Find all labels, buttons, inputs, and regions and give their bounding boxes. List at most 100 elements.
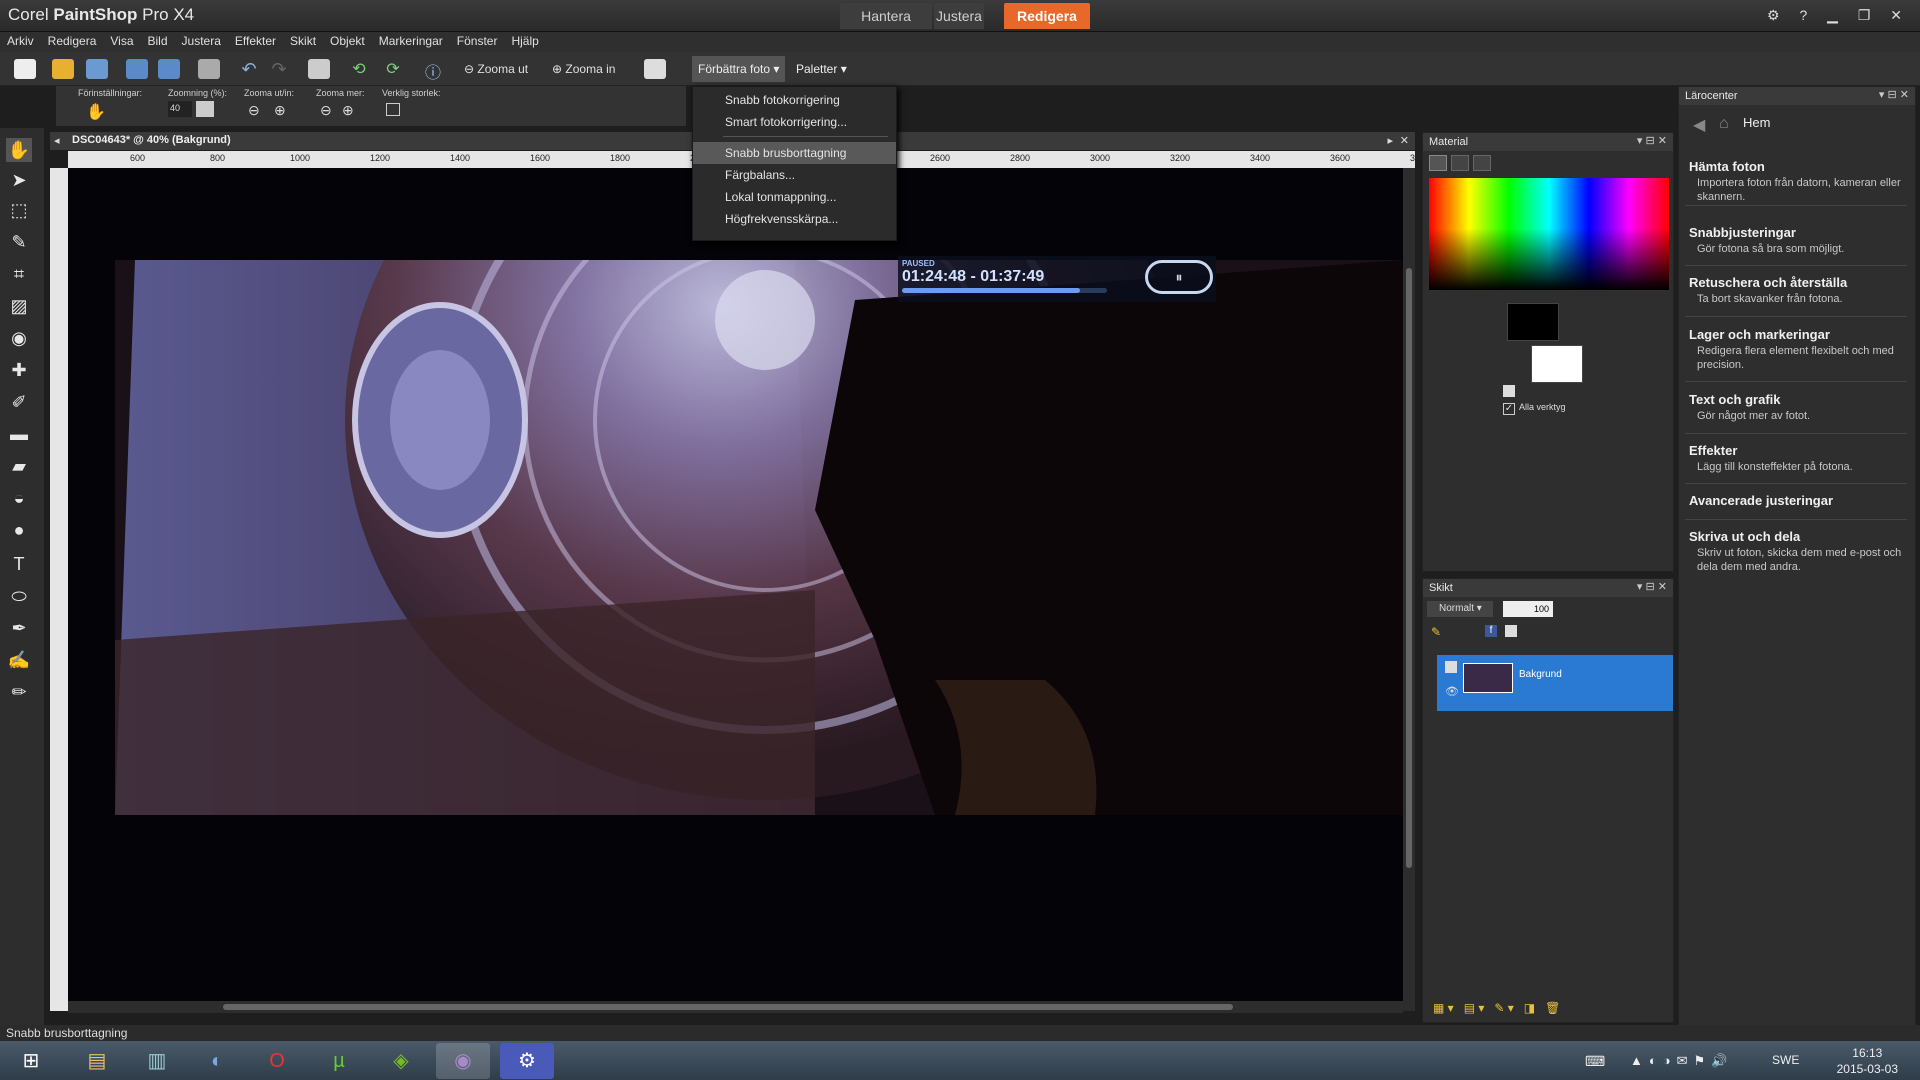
menu-item-local-tone-mapping[interactable]: Lokal tonmappning... (693, 186, 896, 208)
menu-item-quick-fix[interactable]: Snabb fotokorrigering (693, 89, 896, 111)
scan-icon[interactable] (86, 59, 108, 79)
horizontal-scroll-thumb[interactable] (223, 1004, 1233, 1010)
save-as-icon[interactable] (158, 59, 180, 79)
fill-tool-icon[interactable]: ◒ (6, 486, 32, 510)
lc-item-retouch[interactable]: Retuschera och återställa Ta bort skavank… (1689, 275, 1911, 306)
picture-tube-tool-icon[interactable]: ✏ (6, 680, 32, 704)
enhance-photo-dropdown[interactable]: Förbättra foto ▾ (692, 56, 786, 82)
zoom-more-minus-icon[interactable]: ⊖ (320, 102, 332, 119)
shape-tool-icon[interactable]: ⬭ (6, 584, 32, 608)
menu-justera[interactable]: Justera (175, 32, 228, 50)
undo-icon[interactable]: ↶ (238, 59, 260, 79)
actual-size-icon[interactable] (386, 103, 400, 116)
color-replacer-tool-icon[interactable]: ● (6, 518, 32, 542)
pause-icon[interactable]: ⏸ (1145, 260, 1213, 294)
clone-tool-icon[interactable]: ✚ (6, 358, 32, 382)
spectrum-tab-icon[interactable] (1429, 155, 1447, 171)
menu-objekt[interactable]: Objekt (323, 32, 372, 50)
info-icon[interactable]: ⓘ (422, 59, 444, 82)
all-tools-checkbox[interactable]: ✓ (1503, 403, 1515, 415)
tab-justera[interactable]: Justera (934, 3, 984, 29)
pan-hand-icon[interactable]: ✋ (86, 102, 106, 122)
vertical-scroll-thumb[interactable] (1406, 268, 1412, 868)
palettes-dropdown[interactable]: Paletter ▾ (790, 56, 853, 82)
paintshop-taskbar-icon[interactable]: ◉ (436, 1043, 490, 1079)
menu-fonster[interactable]: Fönster (450, 32, 505, 50)
menu-item-high-pass-sharpen[interactable]: Högfrekvensskärpa... (693, 208, 896, 230)
menu-item-color-balance[interactable]: Färgbalans... (693, 164, 896, 186)
close-panel-icon[interactable]: ▾ ⊟ ✕ (1637, 134, 1667, 147)
close-layers-icon[interactable]: ▾ ⊟ ✕ (1637, 580, 1667, 593)
zoom-value-field[interactable]: 40 (168, 101, 192, 117)
zoom-in-small-icon[interactable]: ⊕ (274, 102, 286, 119)
menu-item-quick-noise-removal[interactable]: Snabb brusborttagning (693, 142, 896, 164)
calculator-icon[interactable]: ▥ (130, 1043, 184, 1079)
close-learning-center-icon[interactable]: ▾ ⊟ ✕ (1879, 88, 1909, 101)
home-icon[interactable]: ⌂ (1719, 115, 1729, 133)
redo-icon[interactable]: ↷ (268, 59, 290, 79)
foreground-swatch[interactable] (1507, 303, 1559, 341)
menu-visa[interactable]: Visa (103, 32, 140, 50)
new-file-icon[interactable] (14, 59, 36, 79)
menu-item-smart-photo-fix[interactable]: Smart fotokorrigering... (693, 111, 896, 133)
textures-tab-icon[interactable] (1473, 155, 1491, 171)
menu-arkiv[interactable]: Arkiv (0, 32, 41, 50)
chevron-right-icon[interactable]: ▸ (1387, 134, 1393, 147)
brush-icon[interactable]: ✎ (1431, 625, 1441, 639)
zoom-more-plus-icon[interactable]: ⊕ (342, 102, 354, 119)
utorrent-icon[interactable]: µ (312, 1043, 366, 1079)
back-arrow-icon[interactable]: ◀ (1693, 115, 1705, 135)
zoom-out-small-icon[interactable]: ⊖ (248, 102, 260, 119)
paint-app-icon[interactable]: ◐ (190, 1043, 244, 1079)
straighten-tool-icon[interactable]: ▨ (6, 294, 32, 318)
dropper-tool-icon[interactable]: ✎ (6, 230, 32, 254)
tray-icons[interactable]: ▲◐◑✉⚑🔊 (1630, 1053, 1733, 1069)
resize-icon[interactable] (308, 59, 330, 79)
eraser-tool-icon[interactable]: ▰ (6, 454, 32, 478)
visibility-eye-icon[interactable]: 👁 (1445, 685, 1459, 698)
swatches-tab-icon[interactable] (1451, 155, 1469, 171)
gradient-tool-icon[interactable]: ▬ (6, 422, 32, 446)
save-icon[interactable] (126, 59, 148, 79)
zoom-stepper[interactable] (196, 101, 214, 117)
window-controls[interactable]: ⚙ ? ▁ ❐ ✕ (1767, 7, 1910, 24)
lc-item-get-photos[interactable]: Hämta foton Importera foton från datorn, … (1689, 159, 1911, 204)
lc-item-advanced-adjust[interactable]: Avancerade justeringar (1689, 493, 1911, 508)
lc-item-text-graphics[interactable]: Text och grafik Gör något mer av fotot. (1689, 392, 1911, 423)
flickr-icon[interactable] (1505, 625, 1517, 637)
opacity-field[interactable]: 100 (1503, 601, 1553, 617)
settings-gear-icon[interactable]: ⚙ (500, 1043, 554, 1079)
menu-redigera[interactable]: Redigera (41, 32, 104, 50)
menu-skikt[interactable]: Skikt (283, 32, 323, 50)
clipboard-icon[interactable] (644, 59, 666, 79)
language-indicator[interactable]: SWE (1772, 1053, 1799, 1067)
menu-effekter[interactable]: Effekter (228, 32, 283, 50)
opera-icon[interactable]: O (250, 1043, 304, 1079)
horizontal-scrollbar[interactable] (68, 1001, 1403, 1013)
layer-row-bakgrund[interactable]: 👁 Bakgrund (1437, 655, 1673, 711)
color-spectrum[interactable] (1429, 178, 1669, 290)
selection-tool-icon[interactable]: ⬚ (6, 198, 32, 222)
facebook-icon[interactable]: f (1485, 625, 1497, 637)
warp-brush-tool-icon[interactable]: ✍ (6, 648, 32, 672)
lc-item-layers-selections[interactable]: Lager och markeringar Redigera flera elem… (1689, 327, 1911, 372)
text-tool-icon[interactable]: T (6, 552, 32, 576)
menu-markeringar[interactable]: Markeringar (372, 32, 450, 50)
close-document-icon[interactable]: ✕ (1400, 134, 1409, 147)
paint-brush-tool-icon[interactable]: ✐ (6, 390, 32, 414)
background-swatch[interactable] (1531, 345, 1583, 383)
explorer-icon[interactable]: ▤ (70, 1043, 124, 1079)
start-windows-icon[interactable]: ⊞ (4, 1043, 58, 1079)
rotate-left-icon[interactable]: ⟲ (348, 59, 370, 79)
clock[interactable]: 16:13 2015-03-03 (1837, 1045, 1898, 1077)
menu-hjalp[interactable]: Hjälp (504, 32, 545, 50)
tab-hantera[interactable]: Hantera (840, 3, 932, 29)
lc-item-quick-adjust[interactable]: Snabbjusteringar Gör fotona så bra som mö… (1689, 225, 1911, 256)
lc-item-effects[interactable]: Effekter Lägg till konsteffekter på foton… (1689, 443, 1911, 474)
vertical-scrollbar[interactable] (1403, 168, 1415, 1011)
rotate-right-icon[interactable]: ⟳ (382, 59, 404, 79)
print-icon[interactable] (198, 59, 220, 79)
chevron-left-icon[interactable]: ◂ (54, 134, 60, 147)
blend-mode-select[interactable]: Normalt ▾ (1427, 601, 1493, 617)
pen-tool-icon[interactable]: ✒ (6, 616, 32, 640)
